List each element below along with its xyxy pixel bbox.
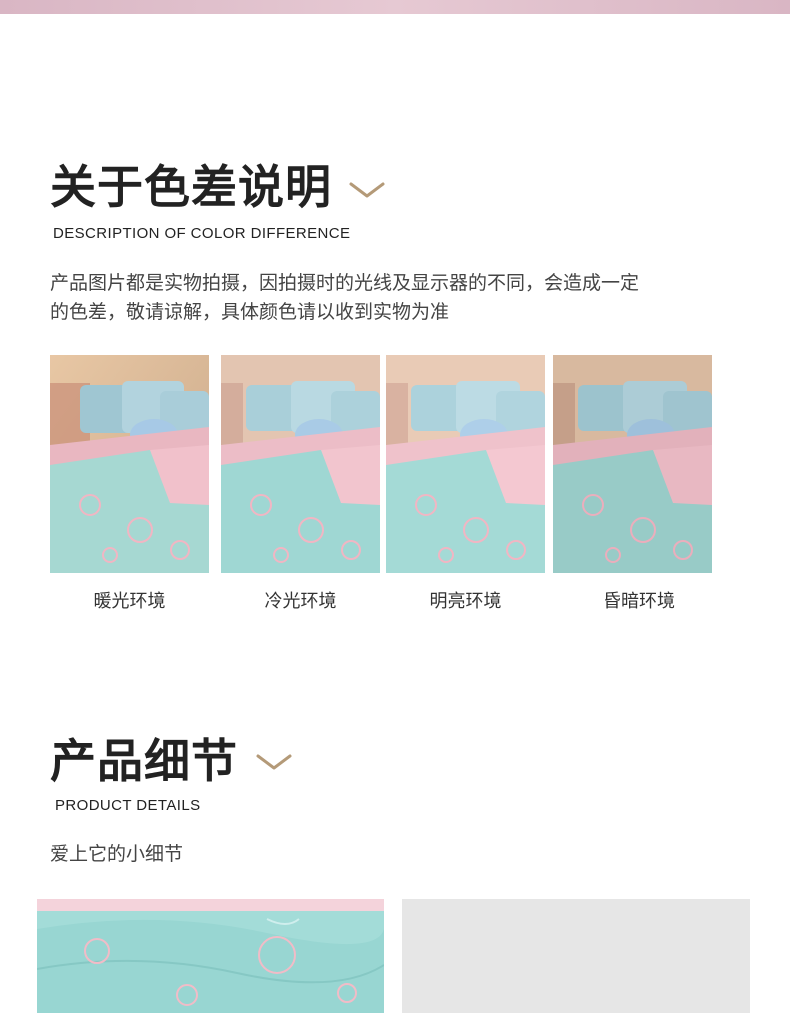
color-difference-title: 关于色差说明 [50, 160, 332, 214]
dim-light-caption: 昏暗环境 [603, 591, 675, 612]
cool-light-caption: 冷光环境 [264, 591, 337, 612]
product-details-tagline: 爱上它的小细节 [50, 843, 184, 865]
bright-light-caption: 明亮环境 [429, 591, 502, 612]
color-difference-description-line-1: 产品图片都是实物拍摄，因拍摄时的光线及显示器的不同，会造成一定 [50, 272, 640, 294]
cool-light-photo [221, 355, 380, 573]
color-difference-subtitle: DESCRIPTION OF COLOR DIFFERENCE [53, 225, 351, 242]
product-details-subtitle: PRODUCT DETAILS [55, 797, 201, 814]
warm-light-photo [50, 355, 209, 573]
bright-light-photo [386, 355, 545, 573]
detail-photo-placeholder [402, 899, 750, 1013]
dim-light-photo [553, 355, 712, 573]
warm-light-caption: 暖光环境 [93, 591, 166, 612]
detail-photo-pillow [37, 899, 384, 1013]
product-details-title: 产品细节 [50, 734, 238, 788]
chevron-down-icon [349, 182, 385, 198]
color-difference-description-line-2: 的色差，敬请谅解，具体颜色请以收到实物为准 [50, 301, 450, 323]
top-decorative-band [0, 0, 790, 14]
chevron-down-icon [256, 754, 292, 770]
